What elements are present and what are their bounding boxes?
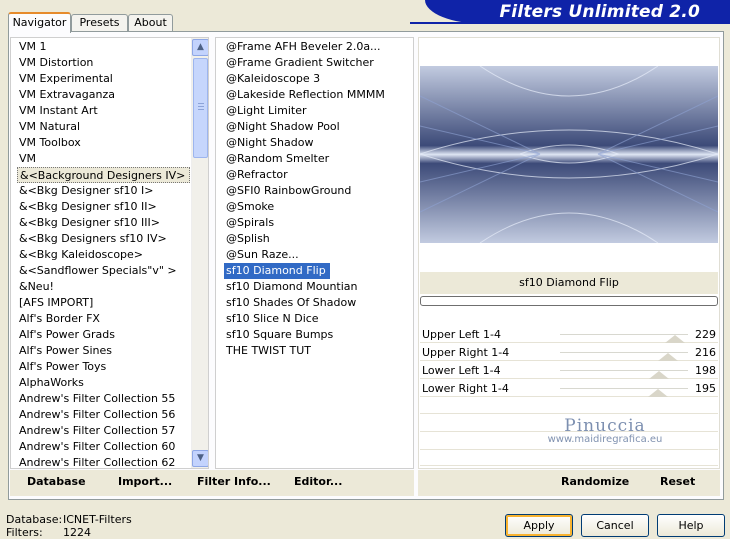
param-row[interactable]: Upper Left 1-4 229 bbox=[420, 326, 718, 343]
filter-preview-image bbox=[420, 66, 718, 243]
editor-button[interactable]: Editor... bbox=[294, 475, 342, 491]
filter-item[interactable]: sf10 Shades Of Shadow bbox=[224, 295, 410, 311]
tab-about[interactable]: About bbox=[128, 14, 173, 32]
preview-pattern-icon bbox=[420, 66, 718, 243]
category-scrollbar[interactable]: ▲ ▼ bbox=[191, 38, 208, 468]
param-slider-thumb[interactable] bbox=[658, 353, 679, 361]
help-button[interactable]: Help bbox=[657, 514, 725, 537]
category-list[interactable]: VM 1 VM Distortion VM Experimental VM Extra… bbox=[10, 37, 209, 469]
param-slider-thumb[interactable] bbox=[647, 389, 668, 397]
category-item[interactable]: VM Distortion bbox=[17, 55, 193, 71]
param-slider-thumb[interactable] bbox=[664, 335, 685, 343]
filter-item[interactable]: THE TWIST TUT bbox=[224, 343, 410, 359]
filter-info-button[interactable]: Filter Info... bbox=[197, 475, 271, 491]
scroll-thumb[interactable] bbox=[193, 58, 208, 158]
scroll-down-icon[interactable]: ▼ bbox=[192, 450, 208, 467]
status-filters-label: Filters: bbox=[6, 526, 43, 539]
randomize-button[interactable]: Randomize bbox=[561, 475, 629, 491]
watermark-name: Pinuccia bbox=[564, 416, 646, 436]
filter-item[interactable]: sf10 Diamond Flip bbox=[224, 263, 330, 279]
category-item[interactable]: Alf's Power Sines bbox=[17, 343, 193, 359]
category-item[interactable]: Andrew's Filter Collection 56 bbox=[17, 407, 193, 423]
filter-item[interactable]: sf10 Diamond Mountian bbox=[224, 279, 410, 295]
status-filters: Filters: 1224 bbox=[6, 526, 91, 539]
category-item[interactable]: [AFS IMPORT] bbox=[17, 295, 193, 311]
category-item[interactable]: AlphaWorks bbox=[17, 375, 193, 391]
category-item[interactable]: VM bbox=[17, 151, 193, 167]
reset-button[interactable]: Reset bbox=[660, 475, 695, 491]
cancel-button[interactable]: Cancel bbox=[581, 514, 649, 537]
param-row[interactable]: Upper Right 1-4 216 bbox=[420, 344, 718, 361]
tab-navigator[interactable]: Navigator bbox=[8, 12, 71, 33]
category-item[interactable]: &<Bkg Designer sf10 I> bbox=[17, 183, 193, 199]
filter-item[interactable]: @Random Smelter bbox=[224, 151, 410, 167]
category-item[interactable]: &<Bkg Designer sf10 II> bbox=[17, 199, 193, 215]
filter-item[interactable]: sf10 Slice N Dice bbox=[224, 311, 410, 327]
filter-item[interactable]: @Night Shadow bbox=[224, 135, 410, 151]
category-item[interactable]: Alf's Power Grads bbox=[17, 327, 193, 343]
watermark-url: www.maidiregrafica.eu bbox=[547, 434, 663, 445]
param-slider-track[interactable] bbox=[560, 388, 688, 389]
param-value: 229 bbox=[695, 328, 716, 341]
param-value: 198 bbox=[695, 364, 716, 377]
category-item[interactable]: Alf's Border FX bbox=[17, 311, 193, 327]
category-item[interactable]: VM Experimental bbox=[17, 71, 193, 87]
category-item[interactable]: &<Background Designers IV> bbox=[17, 167, 191, 183]
filter-item[interactable]: @Night Shadow Pool bbox=[224, 119, 410, 135]
category-item[interactable]: &<Sandflower Specials"v" > bbox=[17, 263, 193, 279]
category-item[interactable]: &Neu! bbox=[17, 279, 193, 295]
filter-item[interactable]: @Splish bbox=[224, 231, 410, 247]
status-database: Database: ICNET-Filters bbox=[6, 513, 132, 526]
filter-item[interactable]: @Lakeside Reflection MMMM bbox=[224, 87, 410, 103]
empty-param-row bbox=[420, 450, 718, 466]
filter-item[interactable]: @SFI0 RainbowGround bbox=[224, 183, 410, 199]
category-item[interactable]: &<Bkg Designers sf10 IV> bbox=[17, 231, 193, 247]
tab-presets[interactable]: Presets bbox=[71, 14, 128, 32]
filter-item[interactable]: @Kaleidoscope 3 bbox=[224, 71, 410, 87]
category-item[interactable]: Andrew's Filter Collection 55 bbox=[17, 391, 193, 407]
filter-list[interactable]: @Frame AFH Beveler 2.0a... @Frame Gradien… bbox=[215, 37, 414, 469]
import-button[interactable]: Import... bbox=[118, 475, 172, 491]
filter-item[interactable]: @Refractor bbox=[224, 167, 410, 183]
category-item[interactable]: Andrew's Filter Collection 57 bbox=[17, 423, 193, 439]
param-label: Upper Left 1-4 bbox=[422, 328, 501, 341]
filter-item[interactable]: @Frame Gradient Switcher bbox=[224, 55, 410, 71]
scroll-up-icon[interactable]: ▲ bbox=[192, 39, 208, 56]
watermark: Pinuccia www.maidiregrafica.eu bbox=[545, 416, 665, 445]
param-row[interactable]: Lower Right 1-4 195 bbox=[420, 380, 718, 397]
category-item[interactable]: &<Bkg Kaleidoscope> bbox=[17, 247, 193, 263]
banner-underline bbox=[410, 22, 730, 24]
status-filters-value: 1224 bbox=[63, 526, 91, 539]
category-item[interactable]: VM 1 bbox=[17, 39, 193, 55]
filter-name-label: sf10 Diamond Flip bbox=[420, 272, 718, 294]
category-item[interactable]: Alf's Power Toys bbox=[17, 359, 193, 375]
param-label: Lower Right 1-4 bbox=[422, 382, 509, 395]
category-item[interactable]: VM Toolbox bbox=[17, 135, 193, 151]
filter-item[interactable]: sf10 Square Bumps bbox=[224, 327, 410, 343]
param-row[interactable]: Lower Left 1-4 198 bbox=[420, 362, 718, 379]
category-item[interactable]: VM Extravaganza bbox=[17, 87, 193, 103]
category-item[interactable]: VM Instant Art bbox=[17, 103, 193, 119]
category-item[interactable]: Andrew's Filter Collection 62 bbox=[17, 455, 193, 468]
progress-bar bbox=[420, 296, 718, 306]
filter-item[interactable]: @Smoke bbox=[224, 199, 410, 215]
status-database-label: Database: bbox=[6, 513, 63, 526]
param-value: 216 bbox=[695, 346, 716, 359]
database-button[interactable]: Database bbox=[27, 475, 86, 491]
empty-param-row bbox=[420, 398, 718, 414]
category-item[interactable]: VM Natural bbox=[17, 119, 193, 135]
param-label: Lower Left 1-4 bbox=[422, 364, 501, 377]
filter-item[interactable]: @Frame AFH Beveler 2.0a... bbox=[224, 39, 410, 55]
filter-item[interactable]: @Light Limiter bbox=[224, 103, 410, 119]
status-database-value: ICNET-Filters bbox=[63, 513, 132, 526]
filter-item[interactable]: @Sun Raze... bbox=[224, 247, 410, 263]
category-item[interactable]: Andrew's Filter Collection 60 bbox=[17, 439, 193, 455]
param-label: Upper Right 1-4 bbox=[422, 346, 510, 359]
filter-item[interactable]: @Spirals bbox=[224, 215, 410, 231]
app-title-banner: Filters Unlimited 2.0 bbox=[425, 0, 730, 24]
param-slider-thumb[interactable] bbox=[649, 371, 670, 379]
category-item[interactable]: &<Bkg Designer sf10 III> bbox=[17, 215, 193, 231]
param-value: 195 bbox=[695, 382, 716, 395]
apply-button[interactable]: Apply bbox=[505, 514, 573, 537]
